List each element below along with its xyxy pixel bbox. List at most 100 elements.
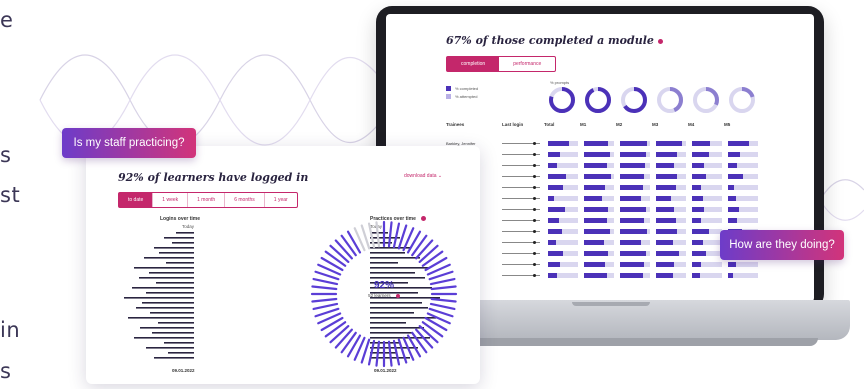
- table-row[interactable]: Barkley, Jennifer: [446, 138, 764, 149]
- ring-tick: [367, 222, 376, 249]
- legend: % completed % attempted: [446, 86, 478, 102]
- progress-bar: [728, 207, 758, 212]
- time-range-tabs[interactable]: to date 1 week 1 month 6 months 1 year: [118, 192, 298, 208]
- progress-bar: [692, 185, 722, 190]
- th-m2[interactable]: M2: [616, 122, 652, 127]
- progress-bar: [584, 196, 614, 201]
- metric-toggle[interactable]: completion performance: [446, 56, 557, 72]
- th-m1[interactable]: M1: [580, 122, 616, 127]
- progress-bar: [728, 174, 758, 179]
- table-row[interactable]: [446, 237, 764, 248]
- ring-tick: [411, 331, 428, 354]
- progress-bar: [728, 218, 758, 223]
- ring-center-sub: 52 learners: [348, 293, 420, 298]
- progress-bar: [656, 229, 686, 234]
- ring-tick: [375, 221, 381, 248]
- progress-bar: [656, 163, 686, 168]
- progress-bar: [656, 251, 686, 256]
- bar-mark: [149, 272, 194, 274]
- progress-bar: [728, 152, 758, 157]
- progress-bar: [548, 174, 578, 179]
- bar-mark: [159, 252, 194, 254]
- progress-bar: [548, 141, 578, 146]
- table-row[interactable]: [446, 248, 764, 259]
- bar-mark: [134, 337, 194, 339]
- progress-bar: [584, 218, 614, 223]
- table-row[interactable]: [446, 226, 764, 237]
- last-login-slider: [502, 262, 540, 266]
- legend-swatch-attempted: [446, 94, 451, 99]
- ring-tick: [418, 325, 439, 344]
- progress-bar: [692, 218, 722, 223]
- ring-tick: [324, 250, 347, 267]
- last-login-slider: [502, 152, 540, 156]
- table-row[interactable]: [446, 259, 764, 270]
- progress-bar: [728, 185, 758, 190]
- logins-today: Today: [182, 224, 195, 229]
- last-login-slider: [502, 141, 540, 145]
- last-login-slider: [502, 207, 540, 211]
- progress-bar: [620, 174, 650, 179]
- progress-bar: [620, 240, 650, 245]
- table-row[interactable]: , Mark: [446, 171, 764, 182]
- progress-bar: [656, 185, 686, 190]
- ring-tick: [415, 328, 434, 349]
- last-login-slider: [502, 218, 540, 222]
- th-m5[interactable]: M5: [724, 122, 760, 127]
- last-login-slider: [502, 185, 540, 189]
- last-login-slider: [502, 229, 540, 233]
- ring-center-value: 92%: [373, 280, 394, 291]
- toggle-performance[interactable]: performance: [499, 57, 555, 71]
- laptop-notch: [572, 302, 650, 306]
- table-row[interactable]: [446, 215, 764, 226]
- table-row[interactable]: [446, 160, 764, 171]
- tab-to-date[interactable]: to date: [119, 193, 154, 207]
- table-row[interactable]: [446, 193, 764, 204]
- progress-bar: [692, 273, 722, 278]
- th-trainees[interactable]: Trainees: [446, 122, 502, 127]
- last-login-slider: [502, 174, 540, 178]
- trainee-table: Barkley, Jennifer , Mark: [446, 138, 764, 281]
- progress-bar: [728, 163, 758, 168]
- progress-bar: [656, 218, 686, 223]
- tab-1-year[interactable]: 1 year: [265, 193, 297, 207]
- progress-bar: [548, 229, 578, 234]
- progress-bar: [728, 196, 758, 201]
- progress-bar: [548, 273, 578, 278]
- ring-tick: [430, 285, 457, 291]
- tab-1-month[interactable]: 1 month: [188, 193, 226, 207]
- ring-tick: [387, 340, 393, 367]
- table-row[interactable]: [446, 204, 764, 215]
- th-last-login[interactable]: Last login: [502, 122, 544, 127]
- ring-tick: [429, 277, 456, 286]
- legend-attempted: % attempted: [455, 94, 478, 99]
- progress-bar: [692, 207, 722, 212]
- progress-bar: [548, 218, 578, 223]
- progress-bar: [728, 262, 758, 267]
- progress-bar: [692, 240, 722, 245]
- table-header: Trainees Last login Total M1 M2 M3 M4 M5: [446, 122, 760, 127]
- module-donuts: [549, 87, 755, 113]
- progress-bar: [620, 185, 650, 190]
- th-total[interactable]: Total: [544, 122, 580, 127]
- table-row[interactable]: [446, 149, 764, 160]
- progress-bar: [584, 163, 614, 168]
- download-data-link[interactable]: download data ⌄: [404, 173, 442, 179]
- table-row[interactable]: [446, 270, 764, 281]
- card-title: 92% of learners have logged in: [118, 171, 309, 184]
- ring-tick: [334, 328, 353, 349]
- toggle-completion[interactable]: completion: [447, 57, 500, 71]
- progress-bar: [620, 196, 650, 201]
- ring-tick: [392, 222, 401, 249]
- th-m4[interactable]: M4: [688, 122, 724, 127]
- th-m3[interactable]: M3: [652, 122, 688, 127]
- tab-6-months[interactable]: 6 months: [225, 193, 265, 207]
- progress-bar: [584, 240, 614, 245]
- table-row[interactable]: [446, 182, 764, 193]
- bar-mark: [164, 237, 194, 239]
- tab-1-week[interactable]: 1 week: [153, 193, 189, 207]
- progress-bar: [656, 141, 686, 146]
- progress-bar: [656, 207, 686, 212]
- chevron-down-icon: ⌄: [437, 173, 443, 179]
- progress-bar: [728, 141, 758, 146]
